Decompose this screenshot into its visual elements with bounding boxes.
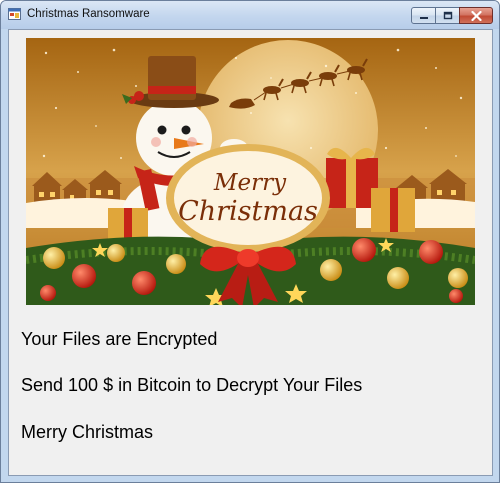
title-bar[interactable]: Christmas Ransomware (1, 1, 499, 29)
encrypted-notice: Your Files are Encrypted (21, 329, 218, 349)
app-window: Christmas Ransomware Merry Christmas You… (0, 0, 500, 483)
maximize-icon (443, 11, 452, 20)
close-icon (470, 10, 482, 21)
window-title: Christmas Ransomware (27, 8, 150, 20)
christmas-banner-image: Merry Christmas (26, 38, 475, 305)
banner-text-merry: Merry (213, 170, 287, 196)
banner-illustration: Merry Christmas (26, 38, 475, 305)
app-window-icon (8, 8, 21, 20)
minimize-button[interactable] (411, 7, 436, 24)
form-client-area: Merry Christmas Your Files are Encrypted… (8, 29, 493, 476)
banner-text-christmas: Christmas (178, 196, 318, 227)
close-button[interactable] (459, 7, 493, 24)
greeting-text: Merry Christmas (21, 422, 154, 442)
minimize-icon (419, 16, 428, 19)
ransom-demand: Send 100 $ in Bitcoin to Decrypt Your Fi… (21, 375, 363, 395)
maximize-button[interactable] (435, 7, 460, 24)
